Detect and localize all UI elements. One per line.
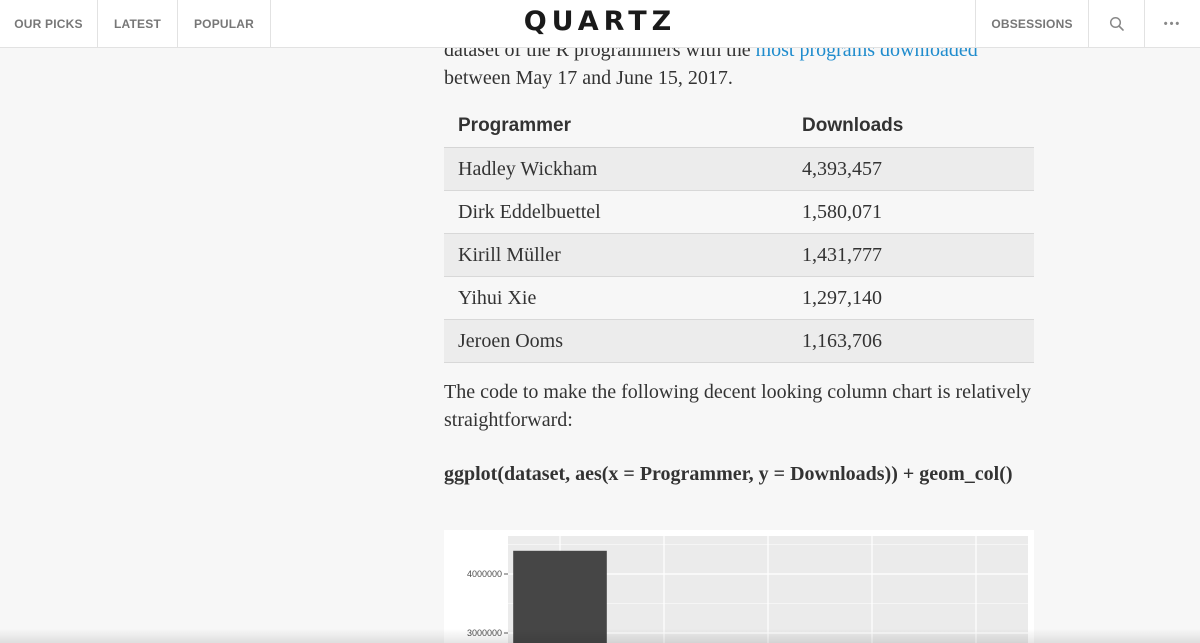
downloads-table: Programmer Downloads Hadley Wickham 4,39… — [444, 104, 1034, 363]
top-nav: OUR PICKS LATEST POPULAR QUARTZ OBSESSIO… — [0, 0, 1200, 48]
nav-popular[interactable]: POPULAR — [178, 0, 271, 47]
table-row: Yihui Xie 1,297,140 — [444, 276, 1034, 320]
nav-obsessions[interactable]: OBSESSIONS — [975, 0, 1088, 47]
table-header-row: Programmer Downloads — [444, 104, 1034, 148]
chart-intro-paragraph: The code to make the following decent lo… — [444, 381, 1032, 431]
programmer-cell: Yihui Xie — [444, 276, 788, 320]
header-downloads: Downloads — [788, 104, 1034, 148]
more-icon: ••• — [1163, 17, 1182, 30]
table-row: Jeroen Ooms 1,163,706 — [444, 319, 1034, 363]
table-row: Hadley Wickham 4,393,457 — [444, 147, 1034, 191]
y-tick-label: 3000000 — [467, 628, 502, 638]
code-snippet: ggplot(dataset, aes(x = Programmer, y = … — [444, 463, 1013, 485]
search-button[interactable] — [1088, 0, 1144, 47]
header-programmer: Programmer — [444, 104, 788, 148]
nav-our-picks[interactable]: OUR PICKS — [0, 0, 98, 47]
programmer-cell: Hadley Wickham — [444, 147, 788, 191]
column-chart: 4000000 3000000 — [444, 530, 1034, 643]
search-icon — [1109, 16, 1124, 31]
programmer-cell: Kirill Müller — [444, 233, 788, 277]
downloads-cell: 4,393,457 — [788, 147, 1034, 191]
more-button[interactable]: ••• — [1144, 0, 1200, 47]
bar-hadley-wickham — [513, 550, 607, 643]
nav-latest[interactable]: LATEST — [98, 0, 178, 47]
intro-text-end: between May 17 and June 15, 2017. — [444, 67, 733, 89]
downloads-cell: 1,163,706 — [788, 319, 1034, 363]
chart-svg: 4000000 3000000 — [467, 536, 1028, 643]
downloads-cell: 1,297,140 — [788, 276, 1034, 320]
programmer-cell: Dirk Eddelbuettel — [444, 190, 788, 234]
quartz-logo[interactable]: QUARTZ — [524, 6, 677, 37]
programmer-cell: Jeroen Ooms — [444, 319, 788, 363]
table-row: Dirk Eddelbuettel 1,580,071 — [444, 190, 1034, 234]
downloads-cell: 1,580,071 — [788, 190, 1034, 234]
y-tick-label: 4000000 — [467, 569, 502, 579]
downloads-cell: 1,431,777 — [788, 233, 1034, 277]
table-row: Kirill Müller 1,431,777 — [444, 233, 1034, 277]
